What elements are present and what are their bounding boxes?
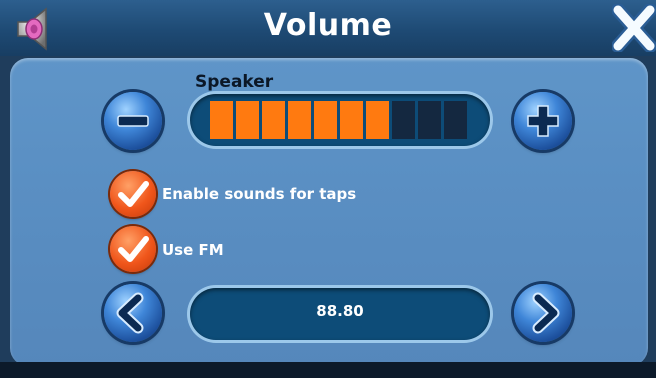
checkmark-icon (118, 181, 149, 207)
speaker-label: Speaker (195, 72, 274, 92)
plus-icon (527, 105, 559, 137)
title-bar: Volume (0, 0, 656, 56)
use-fm-checkbox[interactable] (110, 226, 156, 272)
volume-segment-filled (210, 101, 233, 139)
volume-segment-filled (314, 101, 337, 139)
volume-down-button[interactable] (104, 92, 162, 150)
close-icon[interactable] (612, 4, 656, 52)
volume-segment-filled (262, 101, 285, 139)
volume-up-button[interactable] (514, 92, 572, 150)
chevron-left-icon (116, 292, 144, 334)
volume-segment-empty (392, 101, 415, 139)
volume-segment-empty (418, 101, 441, 139)
volume-level-bar[interactable] (210, 101, 472, 139)
use-fm-label: Use FM (162, 241, 224, 259)
volume-segment-filled (366, 101, 389, 139)
window-title: Volume (263, 8, 393, 43)
volume-segment-empty (444, 101, 467, 139)
checkmark-icon (118, 236, 149, 262)
minus-icon (117, 115, 149, 127)
chevron-right-icon (532, 292, 560, 334)
bottom-strip (0, 362, 656, 378)
volume-segment-filled (340, 101, 363, 139)
volume-segment-filled (236, 101, 259, 139)
next-frequency-button[interactable] (514, 284, 572, 342)
enable-tap-sounds-checkbox[interactable] (110, 171, 156, 217)
previous-frequency-button[interactable] (104, 284, 162, 342)
fm-frequency-value: 88.80 (316, 302, 364, 320)
enable-tap-sounds-label: Enable sounds for taps (162, 185, 357, 203)
volume-segment-filled (288, 101, 311, 139)
